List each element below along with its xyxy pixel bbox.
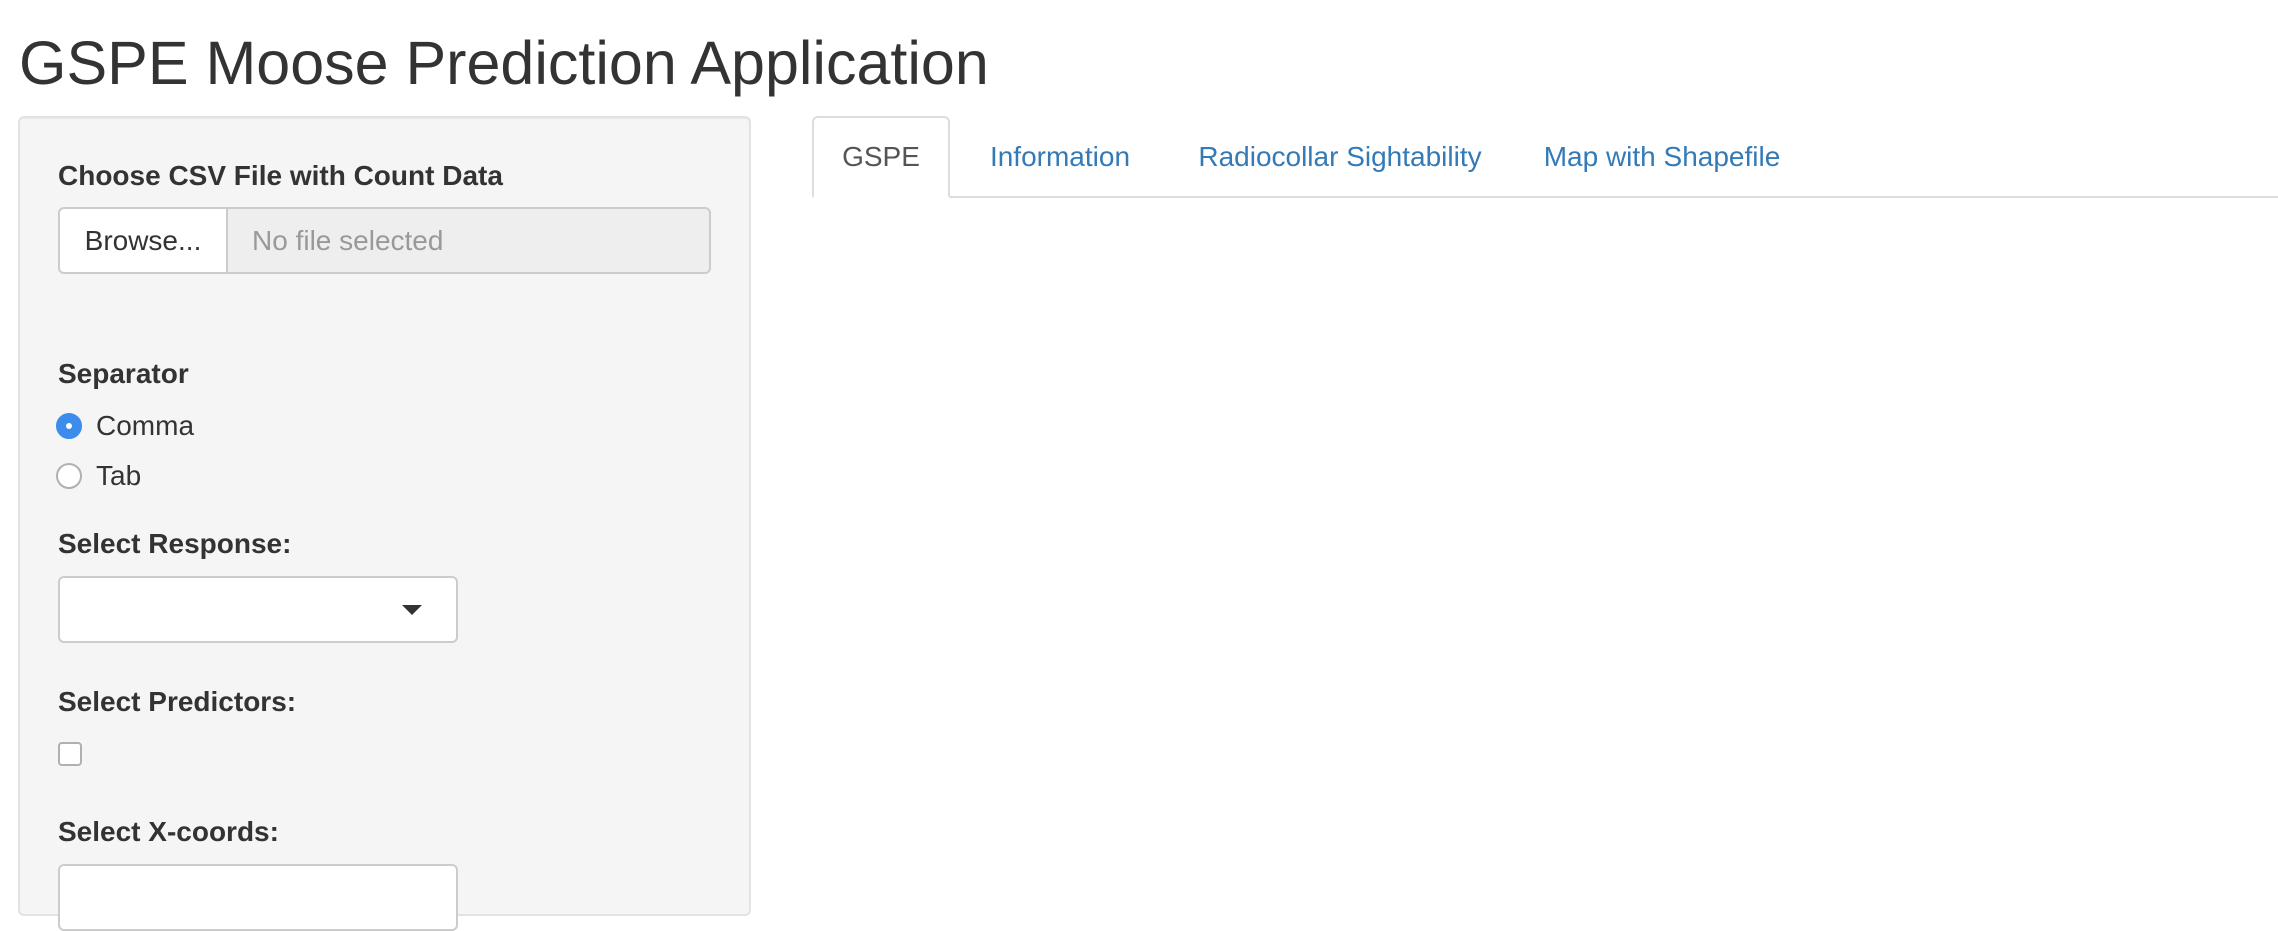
- tab-radiocollar-sightability[interactable]: Radiocollar Sightability: [1182, 116, 1498, 198]
- file-input-label: Choose CSV File with Count Data: [58, 160, 503, 191]
- separator-option-comma[interactable]: Comma: [56, 410, 194, 442]
- radio-comma-label: Comma: [96, 410, 195, 441]
- predictors-checkbox[interactable]: [58, 742, 82, 766]
- response-label: Select Response:: [58, 528, 292, 559]
- file-name-field[interactable]: No file selected: [228, 207, 711, 274]
- radio-tab-label: Tab: [96, 460, 142, 491]
- separator-option-tab[interactable]: Tab: [56, 460, 141, 492]
- separator-label: Separator: [58, 358, 189, 389]
- browse-button[interactable]: Browse...: [58, 207, 228, 274]
- tab-information[interactable]: Information: [970, 116, 1150, 198]
- radio-tab[interactable]: [56, 463, 82, 489]
- sidebar-panel: Choose CSV File with Count Data Browse..…: [18, 116, 751, 931]
- main-tabs: GSPE Information Radiocollar Sightabilit…: [812, 116, 2278, 198]
- response-select[interactable]: [58, 576, 458, 643]
- tab-map-with-shapefile[interactable]: Map with Shapefile: [1532, 116, 1792, 198]
- xcoords-select[interactable]: [58, 864, 458, 931]
- app-title: GSPE Moose Prediction Application: [19, 29, 989, 97]
- predictors-label: Select Predictors:: [58, 686, 297, 717]
- radio-comma[interactable]: [56, 413, 82, 439]
- chevron-down-icon: [402, 605, 422, 615]
- file-input-group: Browse... No file selected: [58, 207, 711, 274]
- tab-gspe[interactable]: GSPE: [812, 116, 950, 198]
- xcoords-label: Select X-coords:: [58, 816, 279, 847]
